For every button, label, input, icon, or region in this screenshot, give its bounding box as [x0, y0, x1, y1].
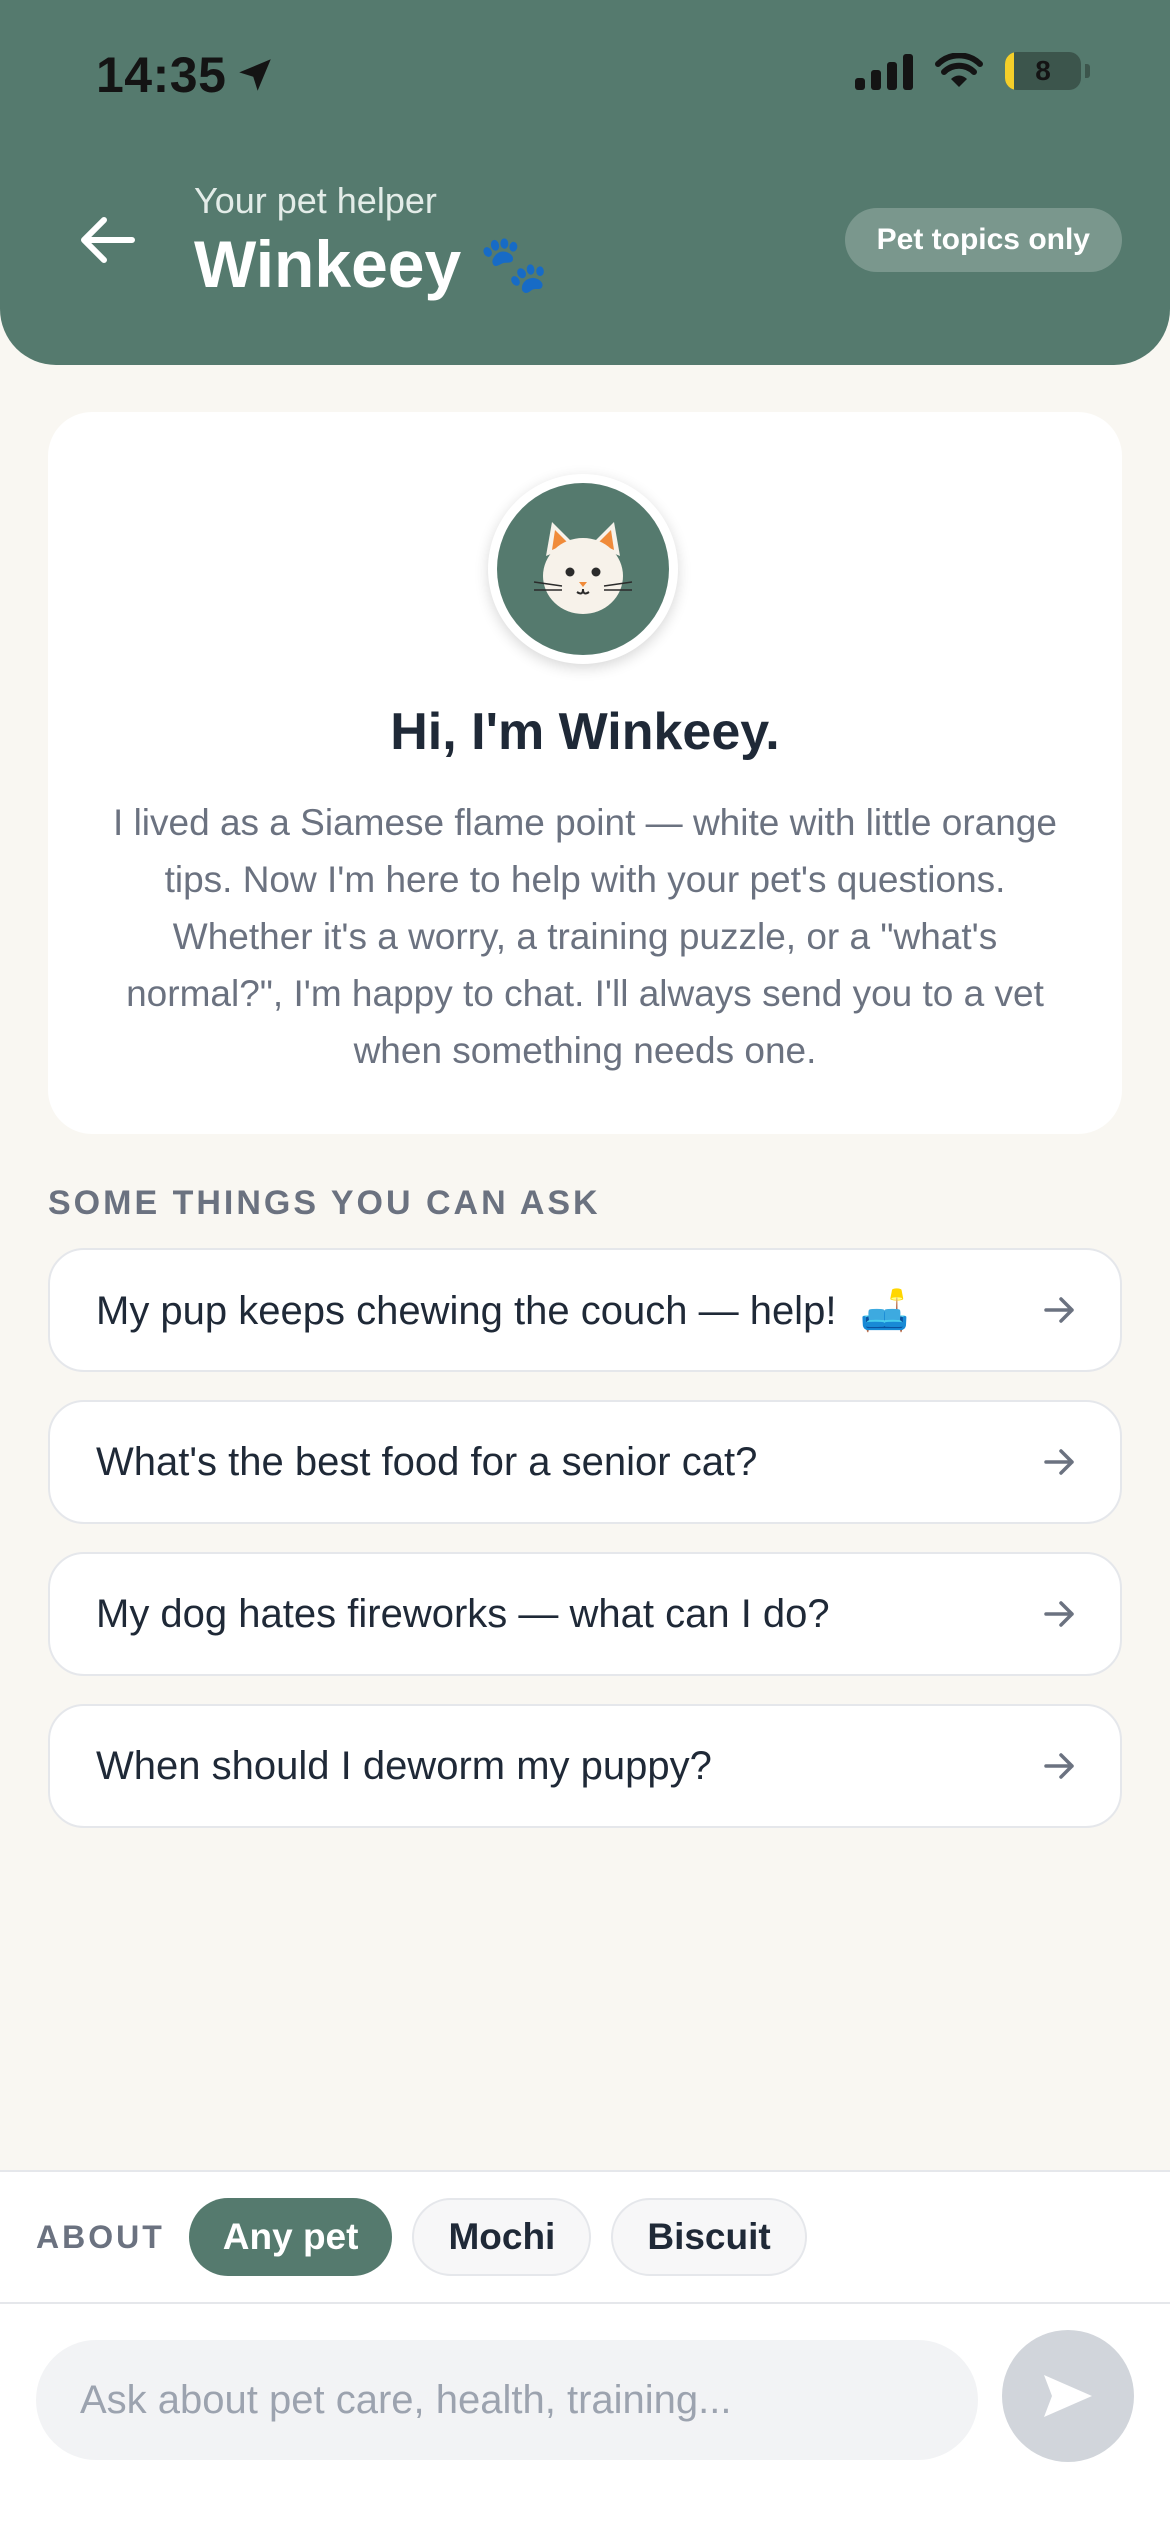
suggestion-list: My pup keeps chewing the couch — help! 🛋…	[48, 1248, 1122, 1856]
page-title: Winkeey 🐾	[194, 226, 549, 302]
about-label: ABOUT	[36, 2218, 165, 2255]
suggestion-senior-cat-food[interactable]: What's the best food for a senior cat?	[48, 1400, 1122, 1524]
back-button[interactable]	[78, 210, 138, 270]
suggestions-label: SOME THINGS YOU CAN ASK	[48, 1184, 601, 1222]
wifi-icon	[935, 53, 983, 87]
cellular-signal-icon	[855, 52, 913, 90]
pet-filter-row: ABOUT Any pet Mochi Biscuit	[36, 2198, 807, 2276]
suggestion-deworm-puppy[interactable]: When should I deworm my puppy?	[48, 1704, 1122, 1828]
intro-bio: I lived as a Siamese flame point — white…	[113, 802, 1057, 1071]
couch-icon: 🛋️	[859, 1288, 910, 1333]
arrow-right-icon	[1044, 1449, 1074, 1475]
send-icon	[1044, 2375, 1092, 2417]
composer-bar: ABOUT Any pet Mochi Biscuit	[0, 2170, 1170, 2534]
avatar-background	[497, 483, 669, 655]
battery-cap	[1085, 64, 1090, 78]
chip-mochi[interactable]: Mochi	[412, 2198, 592, 2276]
arrow-right-icon	[1044, 1297, 1074, 1323]
chip-biscuit[interactable]: Biscuit	[611, 2198, 807, 2276]
chip-any-pet[interactable]: Any pet	[188, 2198, 393, 2276]
intro-card: Hi, I'm Winkeey. I lived as a Siamese fl…	[48, 412, 1122, 1134]
battery-level: 8	[1035, 55, 1051, 86]
battery-icon: 8	[1005, 52, 1081, 90]
suggestion-fireworks[interactable]: My dog hates fireworks — what can I do?	[48, 1552, 1122, 1676]
suggestion-label: My pup keeps chewing the couch — help!	[96, 1288, 837, 1333]
suggestion-label: What's the best food for a senior cat?	[96, 1439, 758, 1484]
suggestion-label: My dog hates fireworks — what can I do?	[96, 1591, 830, 1636]
pet-topics-badge: Pet topics only	[844, 208, 1122, 272]
status-time: 14:35	[96, 46, 276, 104]
page-title-text: Winkeey	[194, 227, 462, 301]
send-button[interactable]	[1002, 2330, 1134, 2462]
divider	[0, 2302, 1170, 2304]
arrow-right-icon	[1044, 1601, 1074, 1627]
status-time-text: 14:35	[96, 47, 227, 103]
arrow-right-icon	[1044, 1753, 1074, 1779]
paw-icon: 🐾	[479, 232, 549, 295]
message-input[interactable]	[36, 2340, 978, 2460]
header-subtitle: Your pet helper	[194, 180, 437, 221]
suggestion-chewing-couch[interactable]: My pup keeps chewing the couch — help! 🛋…	[48, 1248, 1122, 1372]
app-header: 14:35 8 Your pet helper Winkeey 🐾 Pet to…	[0, 0, 1170, 365]
avatar	[488, 474, 678, 664]
suggestion-text: My pup keeps chewing the couch — help! 🛋…	[96, 1287, 1040, 1334]
status-indicators: 8	[855, 52, 1090, 90]
location-arrow-icon	[239, 59, 272, 91]
intro-greeting: Hi, I'm Winkeey.	[390, 703, 780, 761]
suggestion-label: When should I deworm my puppy?	[96, 1743, 712, 1788]
back-arrow-icon	[81, 217, 135, 263]
cat-face-icon	[533, 522, 633, 614]
